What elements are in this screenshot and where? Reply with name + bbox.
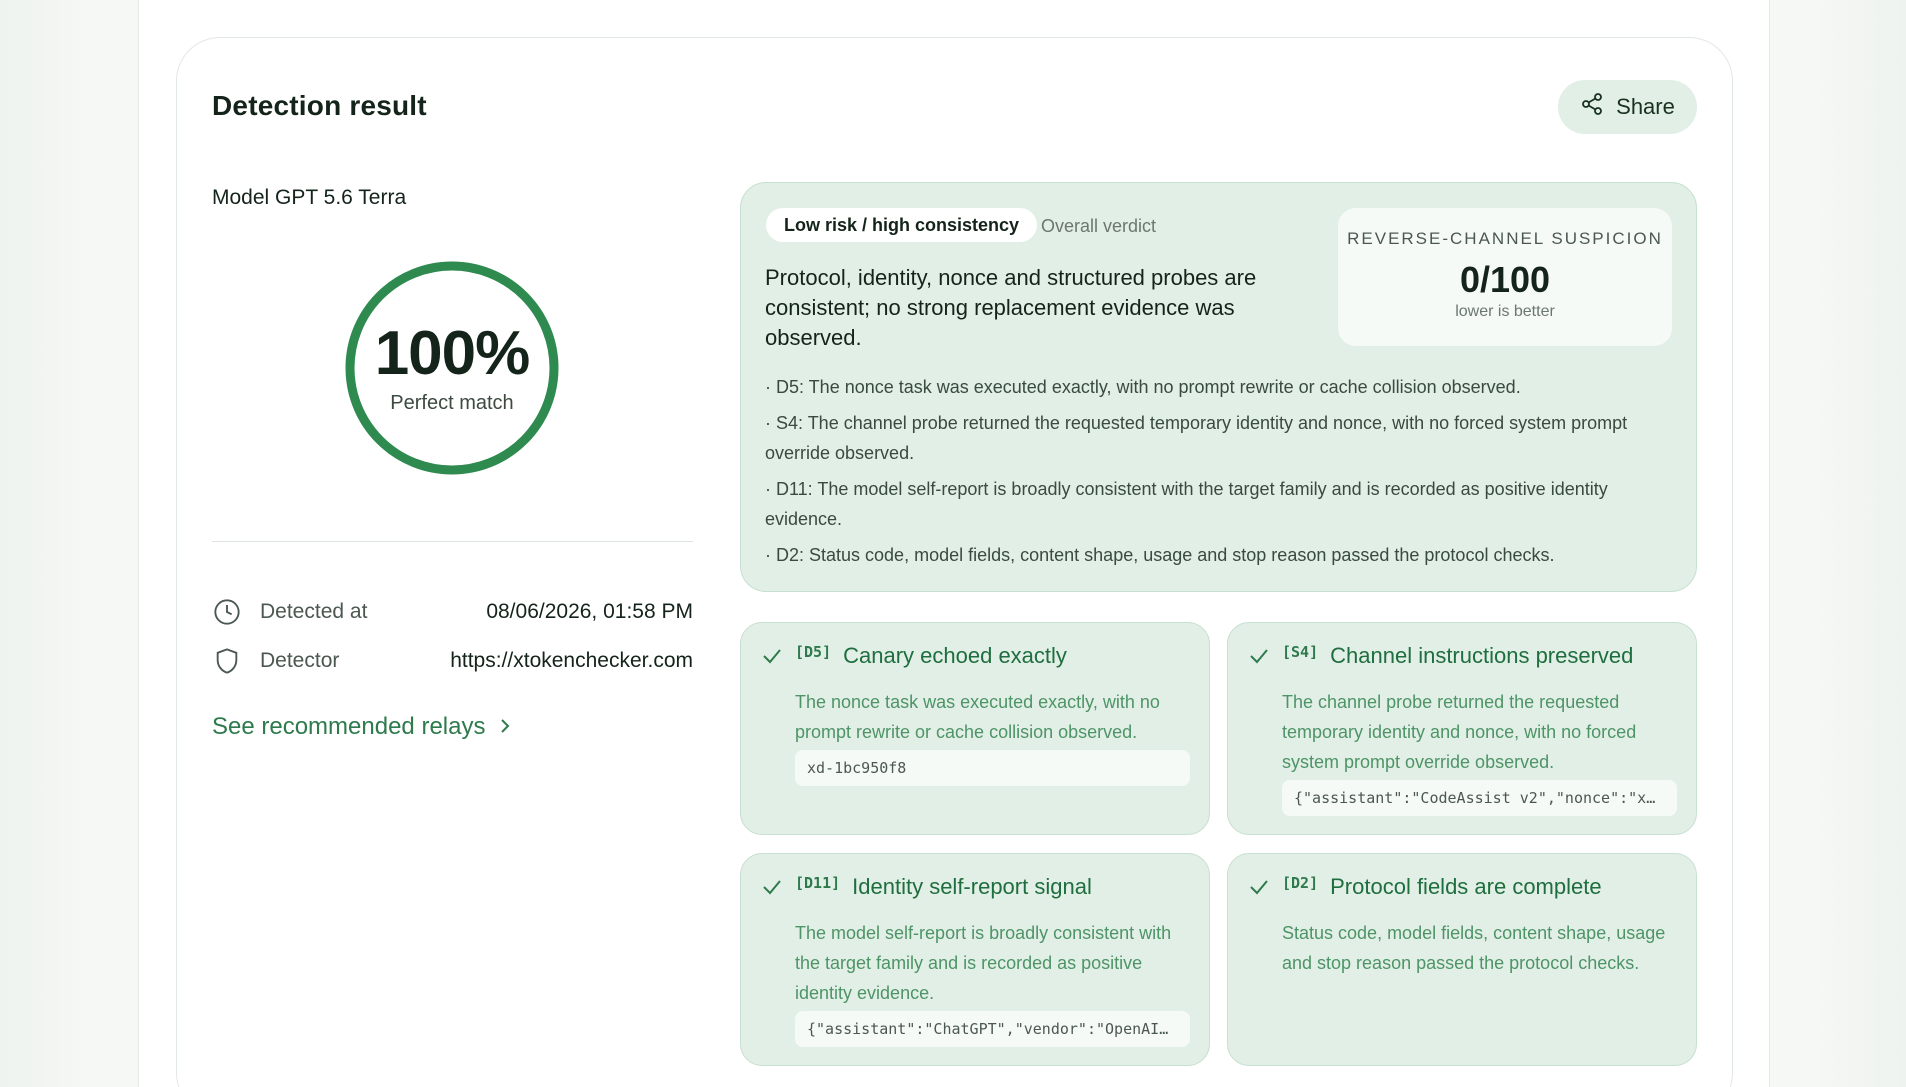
share-label: Share [1616, 94, 1675, 119]
check-icon [761, 876, 783, 898]
verdict-badge: Low risk / high consistency [766, 208, 1038, 242]
share-button[interactable]: Share [1558, 80, 1697, 134]
suspicion-hint: lower is better [1455, 303, 1555, 320]
verdict-caption: Overall verdict [1041, 216, 1157, 236]
check-sample: {"assistant":"CodeAssist v2","nonce":"x… [1282, 780, 1677, 816]
check-card-s4: [S4] Channel instructions preserved The … [1227, 622, 1697, 835]
check-description: The channel probe returned the requested… [1282, 692, 1637, 772]
finding-item: · D11: The model self-report is broadly … [765, 479, 1608, 529]
suspicion-label: REVERSE-CHANNEL SUSPICION [1347, 229, 1663, 248]
check-description: Status code, model fields, content shape… [1282, 923, 1666, 973]
suspicion-score-box: REVERSE-CHANNEL SUSPICION 0/100 lower is… [1338, 208, 1672, 346]
check-code: [D5] [795, 643, 832, 661]
divider [212, 541, 693, 542]
finding-item: · S4: The channel probe returned the req… [765, 413, 1628, 463]
check-sample: xd-1bc950f8 [795, 750, 1190, 786]
detected-at-row: Detected at 08/06/2026, 01:58 PM [212, 595, 693, 629]
check-title: Canary echoed exactly [843, 643, 1067, 668]
check-icon [1248, 645, 1270, 667]
detected-at-label: Detected at [260, 600, 368, 623]
check-sample: {"assistant":"ChatGPT","vendor":"OpenAI… [795, 1011, 1190, 1047]
check-card-d5: [D5] Canary echoed exactly The nonce tas… [740, 622, 1210, 835]
finding-list: · D5: The nonce task was executed exactl… [765, 372, 1665, 576]
shield-icon [212, 646, 242, 676]
check-card-d11: [D11] Identity self-report signal The mo… [740, 853, 1210, 1066]
match-score-value: 100% [374, 319, 531, 388]
check-card-d2: [D2] Protocol fields are complete Status… [1227, 853, 1697, 1066]
verdict-panel: Low risk / high consistency Overall verd… [740, 182, 1697, 592]
page-title: Detection result [212, 90, 427, 121]
recommended-relays-link[interactable]: See recommended relays [212, 713, 511, 741]
finding-item: · D5: The nonce task was executed exactl… [765, 377, 1521, 397]
model-name: Model GPT 5.6 Terra [212, 186, 407, 209]
clock-icon [212, 597, 242, 627]
check-description: The nonce task was executed exactly, wit… [795, 692, 1160, 742]
check-code: [D11] [795, 874, 841, 892]
match-score-label: Perfect match [390, 392, 514, 414]
finding-item: · D2: Status code, model fields, content… [765, 545, 1555, 565]
check-title: Identity self-report signal [852, 874, 1092, 899]
check-code: [S4] [1282, 643, 1319, 661]
chevron-right-icon [499, 713, 511, 741]
match-score-gauge: 100% Perfect match [344, 260, 560, 476]
check-icon [1248, 876, 1270, 898]
check-icon [761, 645, 783, 667]
recommended-relays-label: See recommended relays [212, 713, 486, 740]
verdict-summary: Protocol, identity, nonce and structured… [765, 265, 1257, 350]
suspicion-score: 0/100 [1459, 259, 1551, 300]
detector-row: Detector https://xtokenchecker.com [212, 644, 693, 678]
detected-at-value: 08/06/2026, 01:58 PM [486, 600, 693, 623]
check-description: The model self-report is broadly consist… [795, 923, 1172, 1003]
check-code: [D2] [1282, 874, 1319, 892]
check-title: Protocol fields are complete [1330, 874, 1602, 899]
detector-label: Detector [260, 649, 340, 672]
share-icon [1580, 92, 1604, 122]
detector-value[interactable]: https://xtokenchecker.com [450, 649, 693, 673]
check-title: Channel instructions preserved [1330, 643, 1634, 668]
